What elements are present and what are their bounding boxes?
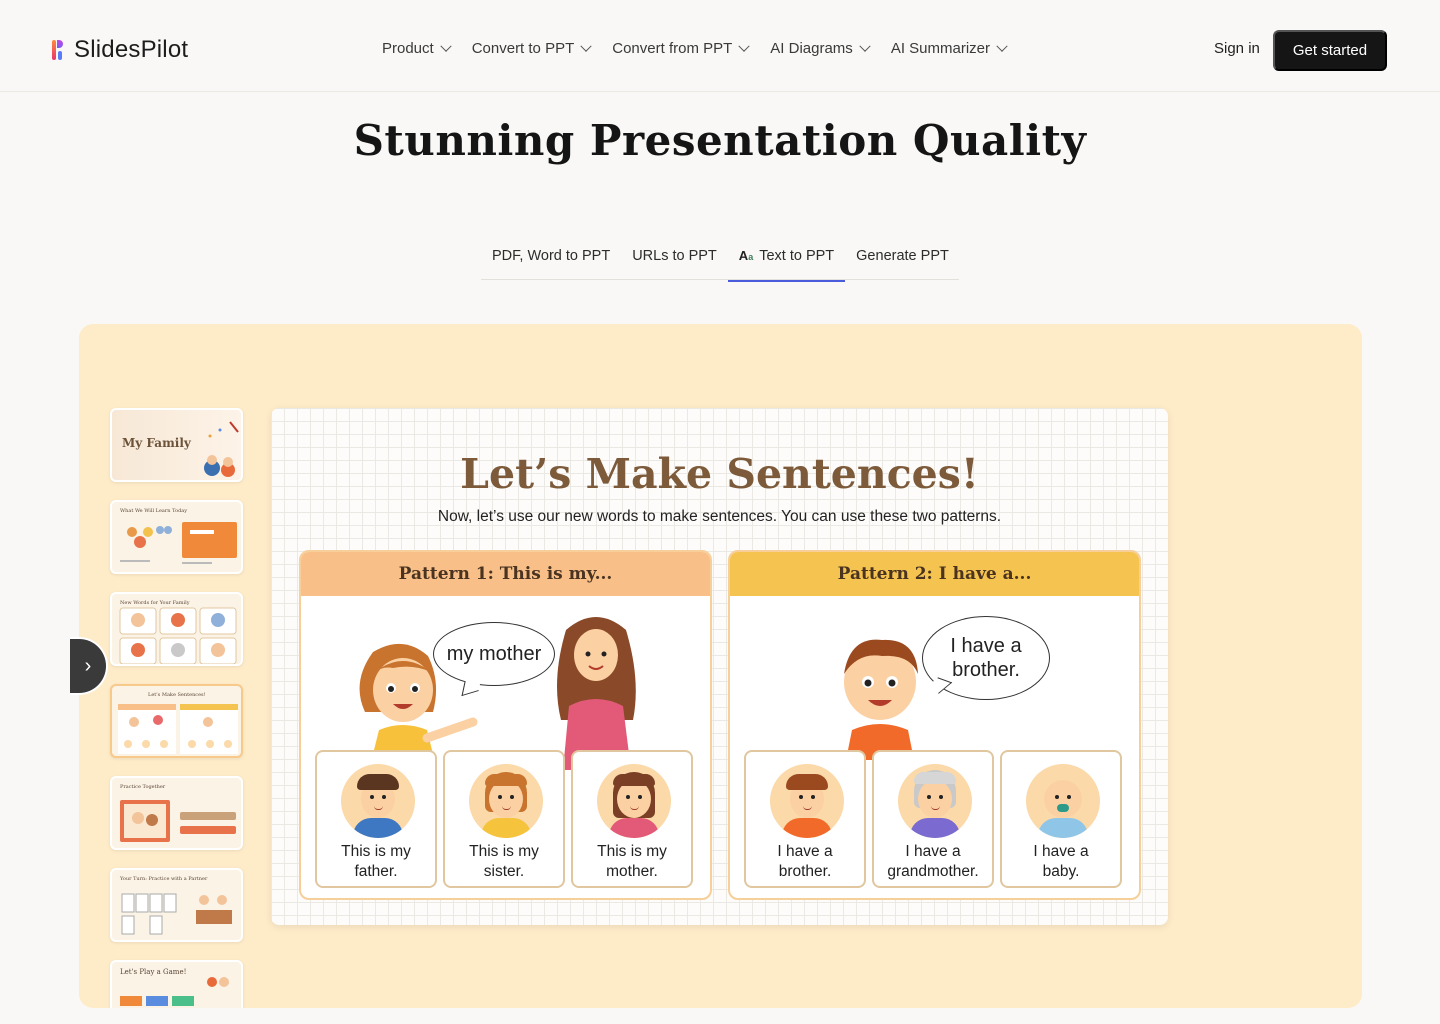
slide-thumbnail-list: My Family What We Will Learn Today New W… xyxy=(110,408,245,1008)
text-format-icon: Aa xyxy=(738,248,754,263)
vocab-card-baby: I have a baby. xyxy=(1000,750,1122,888)
logo-icon xyxy=(52,38,66,62)
nav-label: Convert to PPT xyxy=(471,40,575,57)
card-caption: I have a grandmother. xyxy=(887,843,979,881)
slide-thumbnail-active[interactable]: Let's Make Sentences! xyxy=(110,684,243,758)
card-caption: I have a brother. xyxy=(777,843,833,881)
vocab-card-grandmother: I have a grandmother. xyxy=(872,750,994,888)
nav-label: Product xyxy=(382,40,434,57)
preview-stage: My Family What We Will Learn Today New W… xyxy=(79,324,1362,1008)
page-title: Stunning Presentation Quality xyxy=(353,116,1087,165)
vocab-card-mother: This is my mother. xyxy=(571,750,693,888)
tab-label: Text to PPT xyxy=(759,248,835,264)
chevron-down-icon xyxy=(738,40,750,52)
chevron-down-icon xyxy=(440,40,452,52)
nav-label: AI Summarizer xyxy=(890,40,990,57)
nav-label: AI Diagrams xyxy=(770,40,853,57)
grandmother-icon xyxy=(898,764,972,838)
pattern-2-heading: Pattern 2: I have a... xyxy=(730,552,1139,596)
vocab-card-father: This is my father. xyxy=(315,750,437,888)
boy-illustration xyxy=(844,639,918,760)
slide-subtitle: Now, let’s use our new words to make sen… xyxy=(437,508,1002,525)
brand-name: SlidesPilot xyxy=(74,36,189,63)
sister-icon xyxy=(469,764,543,838)
mother-icon xyxy=(597,764,671,838)
nav-convert-to-ppt[interactable]: Convert to PPT xyxy=(471,40,592,57)
get-started-button[interactable]: Get started xyxy=(1273,30,1387,71)
slide-preview-graphic xyxy=(120,522,237,564)
family-illustration-icon xyxy=(204,421,239,477)
tab-pdf-word-to-ppt[interactable]: PDF, Word to PPT xyxy=(481,240,621,282)
card-caption: This is my sister. xyxy=(469,843,539,881)
slide-thumbnail[interactable]: Let's Play a Game! xyxy=(110,960,243,1008)
brand-logo[interactable]: SlidesPilot xyxy=(52,36,188,64)
slide-title: Let’s Make Sentences! xyxy=(460,450,979,498)
chevron-down-icon xyxy=(859,40,871,52)
slide-thumbnail[interactable]: Practice Together xyxy=(110,776,243,850)
slide-preview-graphic xyxy=(119,607,237,664)
card-caption: I have a baby. xyxy=(1033,843,1089,881)
slide-preview-graphic xyxy=(120,800,236,842)
tab-generate-ppt[interactable]: Generate PPT xyxy=(845,240,960,282)
slide-preview-graphic xyxy=(120,977,229,1006)
pattern-1-panel: Pattern 1: This is my... my mother This … xyxy=(299,550,712,900)
slide-thumbnail[interactable]: New Words for Your Family xyxy=(110,592,243,666)
slide-preview-graphic xyxy=(118,704,238,754)
pattern-2-panel: Pattern 2: I have a... I have a brother. … xyxy=(728,550,1141,900)
vocab-card-brother: I have a brother. xyxy=(744,750,866,888)
pattern-1-heading: Pattern 1: This is my... xyxy=(301,552,710,596)
sign-in-link[interactable]: Sign in xyxy=(1214,40,1260,57)
nav-label: Convert from PPT xyxy=(612,40,733,57)
brother-icon xyxy=(770,764,844,838)
father-icon xyxy=(341,764,415,838)
card-caption: This is my mother. xyxy=(597,843,667,881)
nav-ai-summarizer[interactable]: AI Summarizer xyxy=(890,40,1008,57)
chevron-down-icon xyxy=(580,40,592,52)
main-nav: Product Convert to PPT Convert from PPT … xyxy=(382,40,1008,57)
tab-text-to-ppt[interactable]: Aa Text to PPT xyxy=(727,240,846,282)
girl-pointing-illustration xyxy=(359,643,478,762)
nav-product[interactable]: Product xyxy=(382,40,452,57)
slide-thumbnail[interactable]: Your Turn: Practice with a Partner xyxy=(110,868,243,942)
slide-thumbnail[interactable]: My Family xyxy=(110,408,243,482)
top-nav-bar: SlidesPilot Product Convert to PPT Conve… xyxy=(0,0,1440,92)
nav-convert-from-ppt[interactable]: Convert from PPT xyxy=(612,40,750,57)
nav-ai-diagrams[interactable]: AI Diagrams xyxy=(770,40,871,57)
vocab-card-sister: This is my sister. xyxy=(443,750,565,888)
slide-preview: Let’s Make Sentences! Now, let’s use our… xyxy=(271,408,1168,925)
tab-urls-to-ppt[interactable]: URLs to PPT xyxy=(621,240,728,282)
slide-thumbnail[interactable]: What We Will Learn Today xyxy=(110,500,243,574)
slide-preview-graphic xyxy=(121,893,232,935)
baby-icon xyxy=(1026,764,1100,838)
speech-bubble: I have a brother. xyxy=(922,616,1050,700)
chevron-down-icon xyxy=(996,40,1008,52)
card-caption: This is my father. xyxy=(341,843,411,881)
mother-illustration xyxy=(557,617,636,770)
feature-tabs: PDF, Word to PPT URLs to PPT Aa Text to … xyxy=(481,240,960,282)
